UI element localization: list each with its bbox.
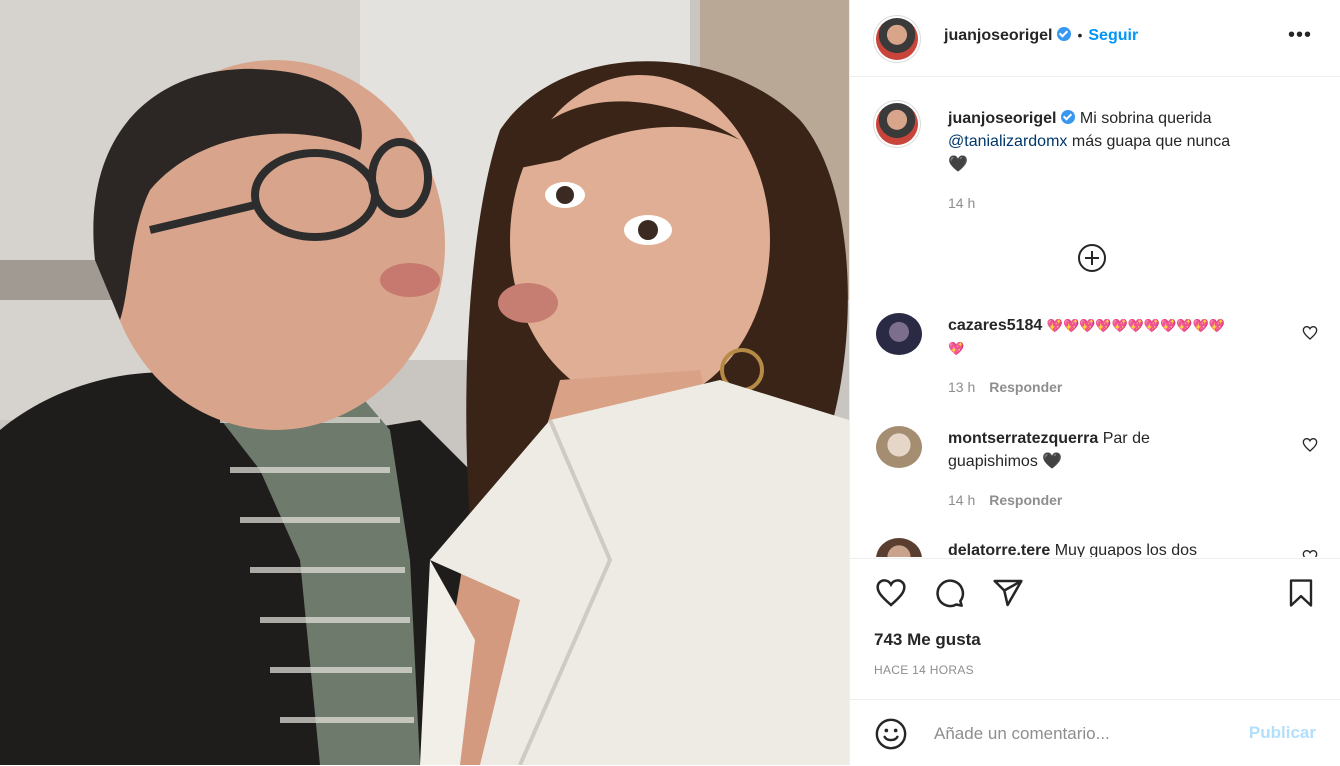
- instagram-post: juanjoseorigel • Seguir ••• juanjoseorigel…: [0, 0, 1340, 765]
- publish-button[interactable]: Publicar: [1249, 723, 1316, 743]
- like-comment-heart-icon[interactable]: [1302, 437, 1318, 453]
- emoji-icon[interactable]: [874, 717, 908, 751]
- more-options-icon[interactable]: •••: [1288, 24, 1312, 47]
- comment-avatar[interactable]: [876, 426, 922, 468]
- reply-button[interactable]: Responder: [989, 492, 1062, 508]
- comment-time: 14 h: [948, 492, 976, 508]
- comment-body: Muy guapos los dos: [1054, 542, 1198, 557]
- comment-body: 💖💖💖💖💖💖💖💖💖💖💖: [1046, 318, 1225, 333]
- caption-emoji: 🖤: [948, 156, 968, 173]
- caption-text: juanjoseorigel Mi sobrina querida @tania…: [948, 107, 1288, 176]
- post-sidebar: juanjoseorigel • Seguir ••• juanjoseorigel…: [849, 0, 1340, 765]
- post-header: juanjoseorigel • Seguir •••: [850, 0, 1340, 77]
- verified-badge-icon: [1061, 110, 1076, 124]
- caption-text-before: Mi sobrina querida: [1079, 110, 1212, 127]
- caption-mention[interactable]: @tanializardomx: [948, 133, 1067, 150]
- author-avatar[interactable]: [876, 18, 918, 60]
- comment-text: montserratezquerra Par de guapishimos 🖤: [948, 427, 1288, 473]
- comment-composer: Publicar: [850, 699, 1340, 766]
- author-username[interactable]: juanjoseorigel: [944, 27, 1052, 44]
- verified-badge-icon: [1057, 27, 1072, 41]
- comment-body: Par de: [1102, 430, 1150, 447]
- comment-body-cont: 💖: [948, 341, 965, 356]
- photo-illustration: [0, 0, 849, 765]
- share-icon[interactable]: [991, 577, 1025, 609]
- comment-meta: 14 h Responder: [948, 492, 1062, 508]
- caption-username[interactable]: juanjoseorigel: [948, 110, 1056, 127]
- comment-icon[interactable]: [932, 577, 966, 609]
- comment-time: 13 h: [948, 379, 976, 395]
- separator-dot: •: [1077, 27, 1083, 43]
- post-time[interactable]: HACE 14 HORAS: [874, 663, 974, 677]
- caption-text-after: más guapa que nunca: [1071, 133, 1231, 150]
- post-photo[interactable]: [0, 0, 849, 765]
- comment-input[interactable]: [932, 720, 1236, 748]
- reply-button[interactable]: Responder: [989, 379, 1062, 395]
- bookmark-icon[interactable]: [1286, 577, 1316, 609]
- comment-text: delatorre.tere Muy guapos los dos: [948, 539, 1288, 557]
- comment-avatar[interactable]: [876, 538, 922, 557]
- caption-time-label: 14 h: [948, 195, 976, 211]
- comments-list[interactable]: juanjoseorigel Mi sobrina querida @tania…: [850, 77, 1340, 557]
- likes-count[interactable]: 743 Me gusta: [874, 630, 981, 650]
- author-line: juanjoseorigel • Seguir: [944, 27, 1138, 45]
- comment-username[interactable]: montserratezquerra: [948, 430, 1098, 447]
- comment-text: cazares5184 💖💖💖💖💖💖💖💖💖💖💖 💖: [948, 314, 1288, 360]
- plus-circle-icon[interactable]: [1077, 243, 1107, 273]
- comment-username[interactable]: delatorre.tere: [948, 542, 1050, 557]
- comment-username[interactable]: cazares5184: [948, 317, 1042, 334]
- comment-meta: 13 h Responder: [948, 379, 1062, 395]
- caption-time: 14 h: [948, 195, 975, 211]
- heart-icon[interactable]: [874, 577, 908, 609]
- comment-avatar[interactable]: [876, 313, 922, 355]
- follow-button[interactable]: Seguir: [1088, 27, 1138, 44]
- like-comment-heart-icon[interactable]: [1302, 549, 1318, 557]
- action-bar: 743 Me gusta HACE 14 HORAS: [850, 558, 1340, 699]
- like-comment-heart-icon[interactable]: [1302, 325, 1318, 341]
- comment-body-cont: guapishimos 🖤: [948, 453, 1063, 470]
- caption-avatar[interactable]: [876, 103, 918, 145]
